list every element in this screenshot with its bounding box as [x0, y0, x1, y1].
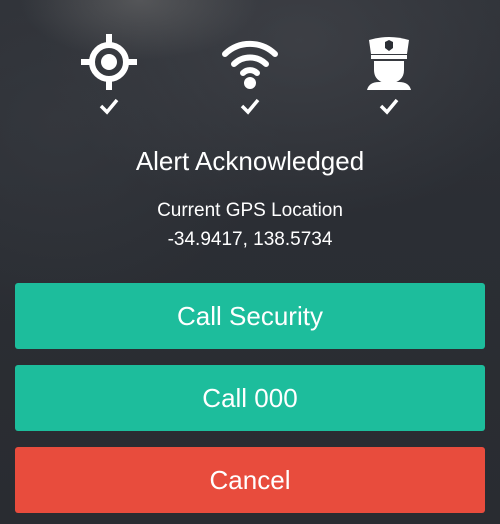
call-emergency-button[interactable]: Call 000: [15, 365, 485, 431]
gps-crosshair-icon: [77, 30, 141, 94]
cancel-button[interactable]: Cancel: [15, 447, 485, 513]
check-icon: [238, 96, 262, 116]
alert-title: Alert Acknowledged: [135, 146, 365, 176]
gps-location-label: Current GPS Location: [157, 200, 343, 221]
guard-status: [354, 30, 424, 120]
gps-coordinates: -34.9417, 138.5734: [167, 229, 333, 250]
alert-screen: Alert Acknowledged Current GPS Location …: [0, 0, 500, 524]
security-guard-icon: [357, 30, 421, 94]
wifi-icon: [218, 30, 282, 94]
call-security-button[interactable]: Call Security: [15, 283, 485, 349]
check-icon: [97, 96, 121, 116]
status-indicators: [0, 30, 500, 120]
check-icon: [377, 96, 401, 116]
gps-status: [74, 30, 144, 120]
wifi-status: [215, 30, 285, 120]
